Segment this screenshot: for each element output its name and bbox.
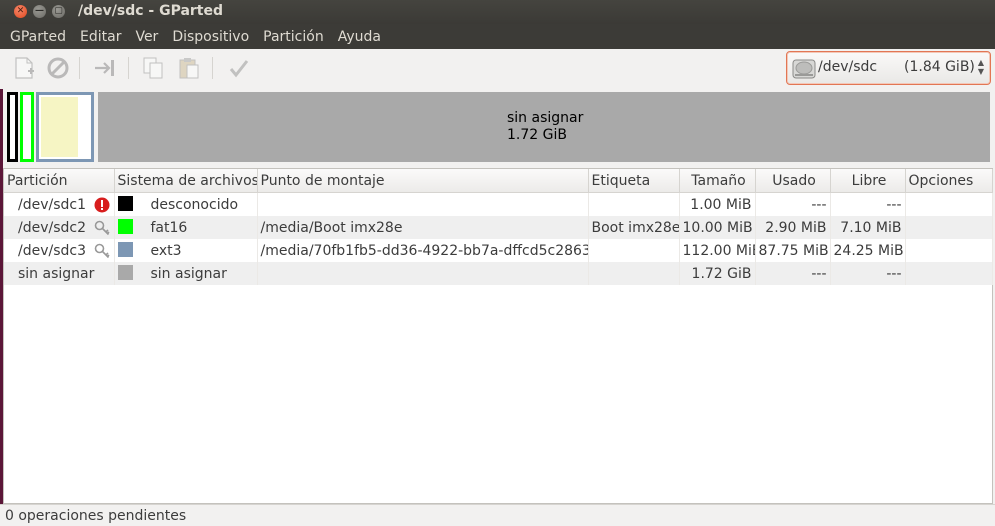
fs-color-swatch bbox=[117, 242, 133, 257]
new-partition-button[interactable] bbox=[11, 55, 37, 81]
flags bbox=[905, 192, 993, 216]
size: 112.00 MiB bbox=[679, 239, 756, 262]
column-header-etiqueta[interactable]: Etiqueta bbox=[588, 169, 680, 193]
delete-icon bbox=[47, 57, 69, 79]
filesystem: sin asignar bbox=[150, 265, 227, 282]
status-bar: 0 operaciones pendientes bbox=[0, 504, 995, 526]
mount-point bbox=[257, 262, 589, 285]
resize-move-icon bbox=[95, 60, 114, 76]
used: 2.90 MiB bbox=[755, 216, 831, 239]
error-icon bbox=[94, 197, 109, 213]
resize-move-button[interactable] bbox=[92, 55, 118, 81]
new-partition-icon bbox=[15, 57, 34, 79]
device-size: (1.84 GiB) bbox=[904, 59, 975, 75]
title-bar: ✕ — ▢ /dev/sdc - GParted bbox=[0, 0, 995, 24]
checkmark-icon bbox=[229, 60, 249, 78]
label bbox=[588, 192, 680, 216]
flags bbox=[905, 239, 993, 262]
map-segment-unallocated[interactable]: sin asignar 1.72 GiB bbox=[98, 92, 990, 162]
map-unallocated-label: sin asignar bbox=[507, 110, 584, 126]
size: 1.72 GiB bbox=[679, 262, 756, 285]
label: Boot imx28e bbox=[588, 216, 680, 239]
menu-editar[interactable]: Editar bbox=[73, 29, 128, 45]
column-header-montaje[interactable]: Punto de montaje bbox=[257, 169, 589, 193]
column-header-tamano[interactable]: Tamaño bbox=[679, 169, 756, 193]
device-name: /dev/sdc bbox=[818, 59, 878, 75]
toolbar-separator bbox=[128, 57, 129, 79]
used: 87.75 MiB bbox=[755, 239, 831, 262]
filesystem: ext3 bbox=[150, 242, 182, 259]
table-row[interactable]: sin asignar sin asignar 1.72 GiB --- --- bbox=[4, 262, 993, 285]
paste-icon bbox=[179, 58, 199, 79]
mount-point: /media/70fb1fb5-dd36-4922-bb7a-dffcd5c28… bbox=[257, 239, 589, 262]
column-header-particion[interactable]: Partición bbox=[4, 169, 115, 193]
column-header-opciones[interactable]: Opciones bbox=[905, 169, 993, 193]
copy-icon bbox=[143, 57, 163, 79]
table-row[interactable]: /dev/sdc1 desconocido 1.00 MiB --- --- bbox=[4, 192, 993, 216]
table-row[interactable]: /dev/sdc3 ext3 /media/70fb1fb5-dd36-4922… bbox=[4, 239, 993, 262]
partition-map: sin asignar 1.72 GiB bbox=[5, 91, 990, 163]
toolbar-separator bbox=[79, 57, 80, 79]
close-window-button[interactable]: ✕ bbox=[14, 5, 27, 18]
pending-operations-status: 0 operaciones pendientes bbox=[5, 508, 187, 524]
free: 7.10 MiB bbox=[830, 216, 906, 239]
mount-point: /media/Boot imx28e bbox=[257, 216, 589, 239]
mount-point bbox=[257, 192, 589, 216]
menu-bar: GParted Editar Ver Dispositivo Partición… bbox=[0, 24, 995, 49]
filesystem: desconocido bbox=[150, 196, 239, 213]
maximize-window-button[interactable]: ▢ bbox=[52, 5, 65, 18]
menu-ver[interactable]: Ver bbox=[128, 29, 165, 45]
partition-name: /dev/sdc2 bbox=[18, 219, 87, 236]
filesystem: fat16 bbox=[150, 219, 188, 236]
copy-button[interactable] bbox=[140, 55, 166, 81]
menu-ayuda[interactable]: Ayuda bbox=[331, 29, 388, 45]
menu-gparted[interactable]: GParted bbox=[0, 29, 73, 45]
fs-color-swatch bbox=[117, 196, 133, 211]
fs-color-swatch bbox=[117, 265, 133, 280]
column-header-sistema[interactable]: Sistema de archivos bbox=[114, 169, 258, 193]
apply-button[interactable] bbox=[226, 55, 252, 81]
size: 10.00 MiB bbox=[679, 216, 756, 239]
table-row[interactable]: /dev/sdc2 fat16 /media/Boot imx28e Boot … bbox=[4, 216, 993, 239]
flags bbox=[905, 262, 993, 285]
minimize-window-button[interactable]: — bbox=[33, 5, 46, 18]
toolbar-separator bbox=[212, 57, 213, 79]
map-used-fill bbox=[41, 97, 78, 157]
flags bbox=[905, 216, 993, 239]
map-segment-sdc1[interactable] bbox=[7, 92, 18, 162]
harddisk-icon bbox=[792, 59, 816, 79]
fs-color-swatch bbox=[117, 219, 133, 234]
size: 1.00 MiB bbox=[679, 192, 756, 216]
partition-name: sin asignar bbox=[18, 265, 95, 282]
menu-dispositivo[interactable]: Dispositivo bbox=[165, 29, 256, 45]
map-unallocated-size: 1.72 GiB bbox=[507, 127, 567, 143]
device-selector[interactable]: /dev/sdc (1.84 GiB) ▲ ▼ bbox=[786, 51, 991, 85]
paste-button[interactable] bbox=[176, 55, 202, 81]
partition-table: Partición Sistema de archivos Punto de m… bbox=[3, 168, 993, 504]
column-header-usado[interactable]: Usado bbox=[755, 169, 831, 193]
partition-name: /dev/sdc1 bbox=[18, 196, 87, 213]
free: --- bbox=[830, 192, 906, 216]
map-segment-sdc3[interactable] bbox=[36, 92, 94, 162]
free: --- bbox=[830, 262, 906, 285]
label bbox=[588, 262, 680, 285]
free: 24.25 MiB bbox=[830, 239, 906, 262]
key-icon bbox=[94, 243, 110, 259]
column-header-libre[interactable]: Libre bbox=[830, 169, 906, 193]
map-segment-sdc2[interactable] bbox=[20, 92, 34, 162]
used: --- bbox=[755, 262, 831, 285]
delete-partition-button[interactable] bbox=[45, 55, 71, 81]
window-title: /dev/sdc - GParted bbox=[78, 3, 224, 19]
key-icon bbox=[94, 220, 110, 236]
menu-particion[interactable]: Partición bbox=[256, 29, 331, 45]
spin-arrows-icon: ▲ ▼ bbox=[977, 58, 984, 76]
partition-name: /dev/sdc3 bbox=[18, 242, 87, 259]
label bbox=[588, 239, 680, 262]
used: --- bbox=[755, 192, 831, 216]
